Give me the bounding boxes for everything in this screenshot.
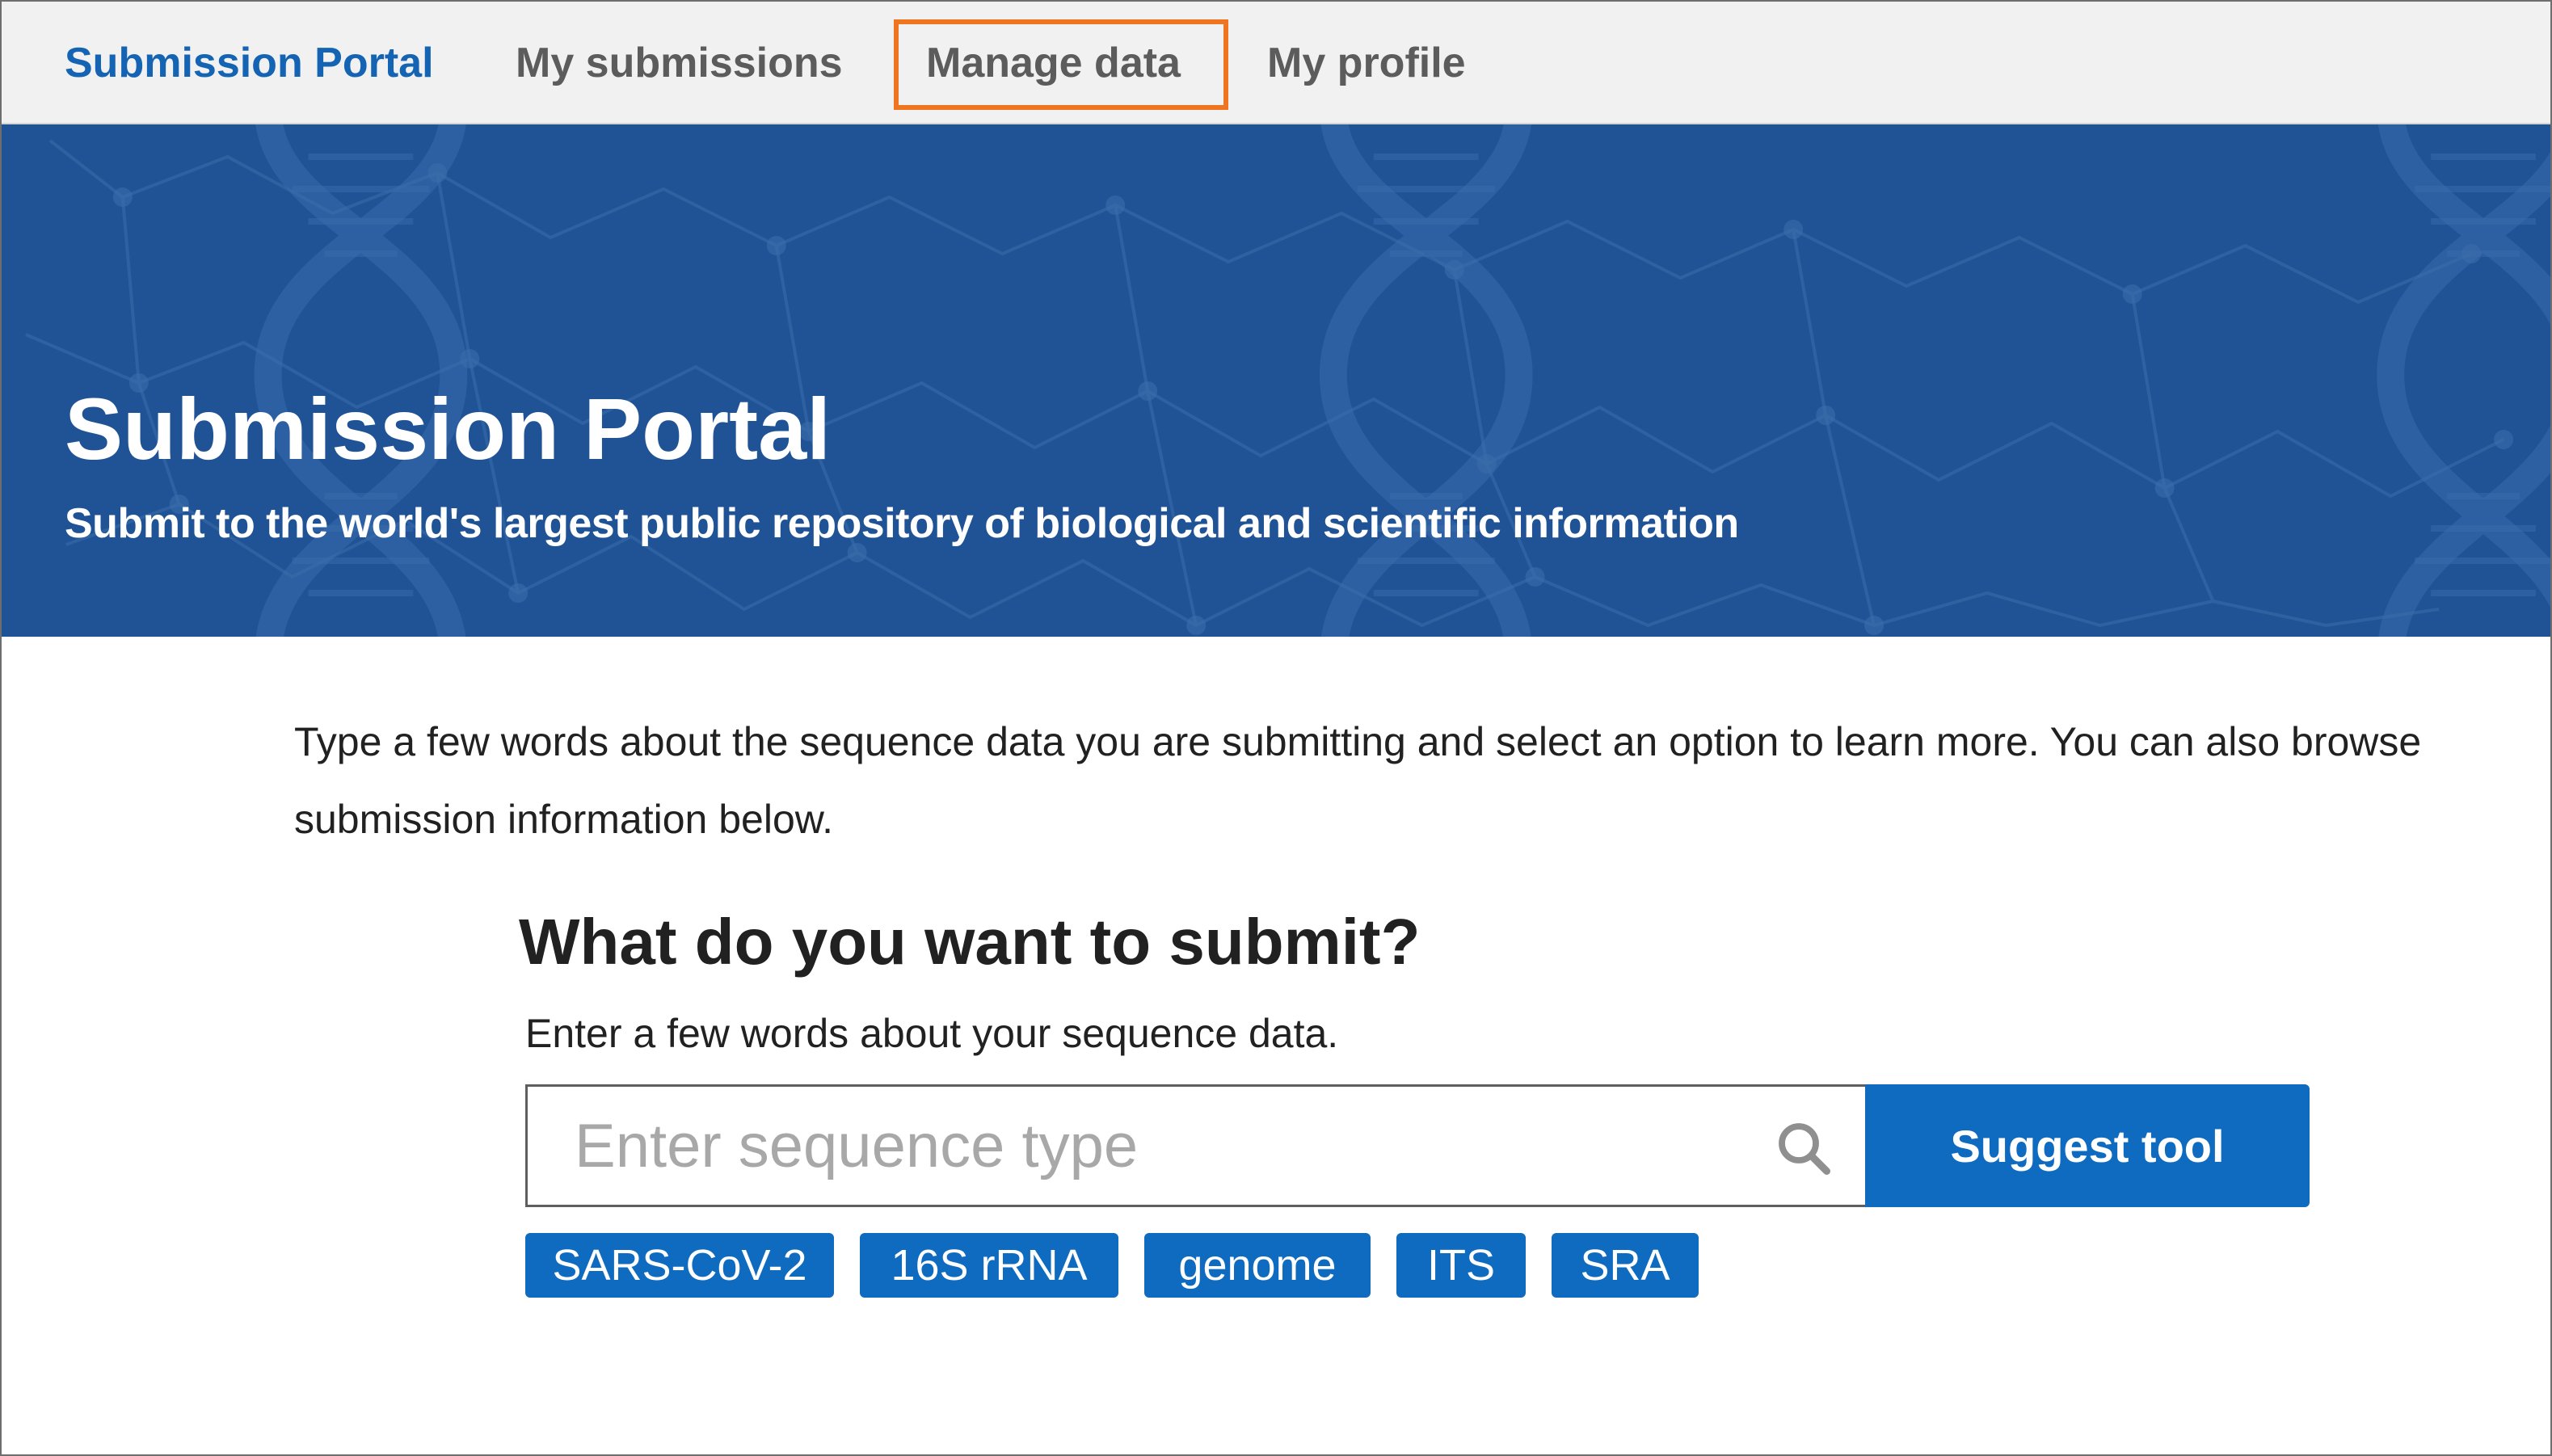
page-subtitle: Submit to the world's largest public rep… [65,500,1739,547]
nav-my-profile-link[interactable]: My profile [1267,2,1466,124]
page-title: Submission Portal [65,380,832,478]
nav-brand-link[interactable]: Submission Portal [65,2,434,124]
sequence-search-field [525,1084,1865,1207]
search-icon [1779,1123,1830,1175]
sequence-type-input[interactable] [528,1087,1865,1205]
browser-viewport: Submission Portal My submissions Manage … [0,0,2552,1456]
suggestion-chip-sars-cov-2[interactable]: SARS-CoV-2 [525,1233,834,1298]
intro-text: Type a few words about the sequence data… [294,719,2422,842]
nav-my-submissions-link[interactable]: My submissions [516,2,843,124]
suggest-tool-button[interactable]: Suggest tool [1865,1084,2310,1207]
suggestion-chip-16s-rrna[interactable]: 16S rRNA [860,1233,1118,1298]
suggestion-chip-its[interactable]: ITS [1396,1233,1526,1298]
search-helper-text: Enter a few words about your sequence da… [525,1011,1339,1056]
submit-question-heading: What do you want to submit? [519,906,1421,978]
suggestion-chip-sra[interactable]: SRA [1552,1233,1699,1298]
manage-data-highlight-box [894,19,1228,110]
hero-banner: Submission Portal Submit to the world's … [2,124,2550,637]
suggestion-chip-genome[interactable]: genome [1144,1233,1371,1298]
top-navigation-bar: Submission Portal My submissions Manage … [2,2,2550,124]
